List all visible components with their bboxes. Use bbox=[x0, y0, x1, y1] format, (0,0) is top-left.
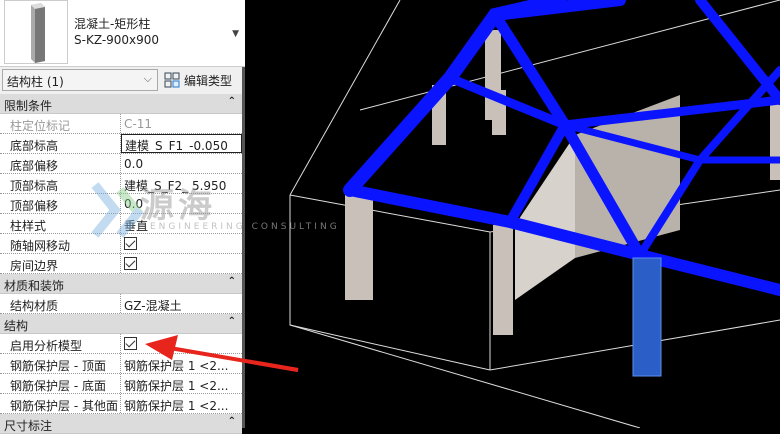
section-materials[interactable]: 材质和装饰 ⌃ bbox=[0, 274, 242, 294]
prop-row: 启用分析模型 bbox=[0, 334, 242, 354]
prop-row: 钢筋保护层 - 其他面 钢筋保护层 1 <2... bbox=[0, 394, 242, 414]
edit-type-button[interactable]: 编辑类型 bbox=[162, 69, 240, 91]
prop-key: 顶部标高 bbox=[0, 174, 121, 193]
prop-row: 房间边界 bbox=[0, 254, 242, 274]
section-title: 材质和装饰 bbox=[4, 279, 65, 293]
prop-key: 钢筋保护层 - 底面 bbox=[0, 374, 121, 393]
watermark-text: 源海 bbox=[140, 186, 216, 226]
dropdown-arrow-icon[interactable]: ▼ bbox=[232, 29, 239, 39]
edit-type-label: 编辑类型 bbox=[184, 73, 233, 88]
section-title: 结构 bbox=[4, 319, 29, 333]
prop-row: 结构材质 GZ-混凝土 bbox=[0, 294, 242, 314]
prop-row: 底部偏移 0.0 bbox=[0, 154, 242, 174]
collapse-icon[interactable]: ⌃ bbox=[228, 276, 236, 287]
section-dimensions[interactable]: 尺寸标注 ⌃ bbox=[0, 414, 242, 434]
material-field[interactable]: GZ-混凝土 bbox=[121, 294, 242, 313]
moves-with-grids-checkbox[interactable] bbox=[124, 237, 137, 250]
chevron-down-icon: ⌵ bbox=[143, 72, 152, 85]
base-offset-field[interactable]: 0.0 bbox=[121, 154, 242, 173]
collapse-icon[interactable]: ⌃ bbox=[228, 96, 236, 107]
room-bounding-checkbox[interactable] bbox=[124, 257, 137, 270]
prop-key: 柱样式 bbox=[0, 214, 121, 233]
prop-key: 启用分析模型 bbox=[0, 334, 121, 353]
section-structural[interactable]: 结构 ⌃ bbox=[0, 314, 242, 334]
prop-key: 柱定位标记 bbox=[0, 114, 121, 133]
prop-row: 随轴网移动 bbox=[0, 234, 242, 254]
prop-key: 底部标高 bbox=[0, 134, 121, 153]
family-name: 混凝土-矩形柱 bbox=[74, 17, 151, 31]
prop-key: 钢筋保护层 - 其他面 bbox=[0, 394, 121, 413]
type-name: S-KZ-900x900 bbox=[74, 33, 160, 47]
prop-row: 钢筋保护层 - 顶面 钢筋保护层 1 <2... bbox=[0, 354, 242, 374]
edit-type-icon bbox=[164, 72, 180, 88]
prop-value: C-11 bbox=[124, 117, 152, 131]
collapse-icon[interactable]: ⌃ bbox=[228, 416, 236, 427]
prop-row: 底部标高 建模_S_F1_-0.050 bbox=[0, 134, 242, 154]
rebar-cover-top-field[interactable]: 钢筋保护层 1 <2... bbox=[121, 354, 242, 373]
3d-viewport[interactable] bbox=[248, 0, 780, 428]
properties-grid: 限制条件 ⌃ 柱定位标记 C-11 底部标高 建模_S_F1_-0.050 底部偏移 0… bbox=[0, 94, 242, 434]
collapse-icon[interactable]: ⌃ bbox=[228, 316, 236, 327]
prop-key: 顶部偏移 bbox=[0, 194, 121, 213]
section-title: 限制条件 bbox=[4, 99, 53, 113]
prop-key: 钢筋保护层 - 顶面 bbox=[0, 354, 121, 373]
base-level-field[interactable]: 建模_S_F1_-0.050 bbox=[121, 134, 242, 153]
annotation-arrow bbox=[248, 359, 299, 372]
rebar-cover-other-field[interactable]: 钢筋保护层 1 <2... bbox=[121, 394, 242, 413]
selected-column[interactable] bbox=[632, 257, 662, 377]
column-thumbnail bbox=[4, 0, 68, 64]
prop-key: 结构材质 bbox=[0, 294, 121, 313]
enable-analytical-model-checkbox[interactable] bbox=[124, 337, 137, 350]
section-title: 尺寸标注 bbox=[4, 419, 53, 433]
instance-filter-label: 结构柱 (1) bbox=[7, 75, 64, 89]
instance-filter-select[interactable]: 结构柱 (1) ⌵ bbox=[2, 69, 158, 91]
prop-row: 钢筋保护层 - 底面 钢筋保护层 1 <2... bbox=[0, 374, 242, 394]
prop-key: 随轴网移动 bbox=[0, 234, 121, 253]
rebar-cover-bottom-field[interactable]: 钢筋保护层 1 <2... bbox=[121, 374, 242, 393]
prop-row: 柱定位标记 C-11 bbox=[0, 114, 242, 134]
prop-key: 底部偏移 bbox=[0, 154, 121, 173]
prop-key: 房间边界 bbox=[0, 254, 121, 273]
section-constraints[interactable]: 限制条件 ⌃ bbox=[0, 94, 242, 114]
type-selector[interactable]: 混凝土-矩形柱 S-KZ-900x900 ▼ bbox=[0, 0, 245, 67]
